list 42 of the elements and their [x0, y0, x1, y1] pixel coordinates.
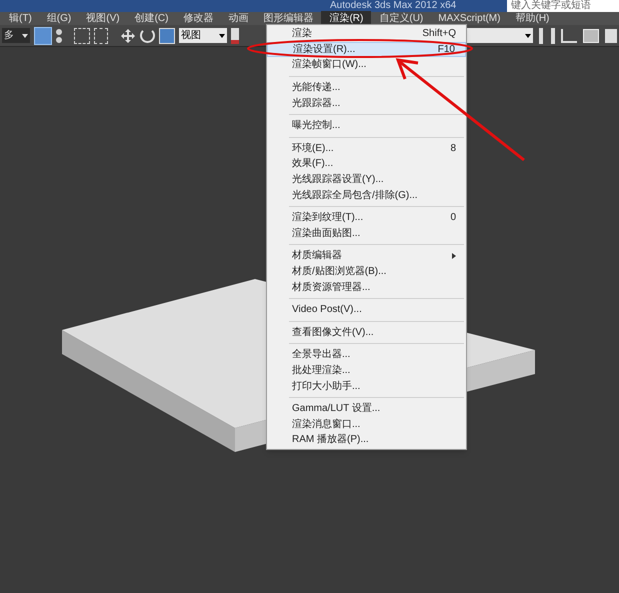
menu-bar-item[interactable]: 修改器: [176, 11, 220, 26]
menu-item[interactable]: 效果(F)...: [267, 156, 466, 172]
menu-item[interactable]: 材质编辑器: [267, 248, 466, 264]
menu-item[interactable]: Gamma/LUT 设置...: [267, 400, 466, 416]
move-icon[interactable]: [120, 28, 136, 44]
menu-item[interactable]: 全景导出器...: [267, 347, 466, 363]
menu-item[interactable]: 光能传递...: [267, 80, 466, 96]
menu-item[interactable]: 光线跟踪全局包含/排除(G)...: [267, 187, 466, 203]
reference-dropdown[interactable]: 视图: [179, 28, 227, 43]
menu-bar-item[interactable]: 自定义(U): [372, 11, 430, 26]
menu-item[interactable]: 光线跟踪器设置(Y)...: [267, 172, 466, 188]
menu-bar-item[interactable]: 动画: [221, 11, 256, 26]
menu-item[interactable]: 渲染到纹理(T)... 0: [267, 210, 466, 226]
region-select-icon[interactable]: [74, 28, 90, 44]
menu-item[interactable]: 批处理渲染...: [267, 362, 466, 378]
menu-item[interactable]: RAM 播放器(P)...: [267, 432, 466, 448]
select-object-icon[interactable]: [34, 26, 52, 44]
menu-item[interactable]: 环境(E)... 8: [267, 140, 466, 156]
menu-bar-item[interactable]: 图形编辑器: [256, 11, 320, 26]
menu-item[interactable]: 材质资源管理器...: [267, 279, 466, 295]
caret-icon: [22, 34, 28, 38]
rotate-icon[interactable]: [140, 28, 155, 43]
menu-item[interactable]: 查看图像文件(V)...: [267, 324, 466, 340]
caret-icon: [525, 34, 531, 38]
menu-bar-item[interactable]: 组(G): [40, 11, 78, 26]
selection-dropdown[interactable]: 多: [2, 28, 30, 43]
menu-bar-item[interactable]: 帮助(H): [508, 11, 556, 26]
menu-item[interactable]: 曝光控制...: [267, 118, 466, 134]
caret-icon: [219, 34, 225, 38]
menu-item[interactable]: 渲染消息窗口...: [267, 416, 466, 432]
menu-item[interactable]: Video Post(V)...: [267, 302, 466, 318]
menu-bar-item[interactable]: MAXScript(M): [431, 11, 508, 26]
menu-bar-item[interactable]: 辑(T): [2, 11, 39, 26]
menu-bar-item[interactable]: 创建(C): [128, 11, 176, 26]
menu-item[interactable]: 渲染帧窗口(W)...: [267, 57, 466, 73]
menu-item[interactable]: 打印大小助手...: [267, 378, 466, 394]
menu-item[interactable]: 渲染 Shift+Q: [267, 26, 466, 42]
menu-bar-item[interactable]: 视图(V): [79, 11, 127, 26]
window-title: Autodesk 3ds Max 2012 x64: [330, 0, 456, 12]
menu-item[interactable]: 光跟踪器...: [267, 95, 466, 111]
menu-item[interactable]: 材质/贴图浏览器(B)...: [267, 264, 466, 280]
menu-item[interactable]: 渲染曲面贴图...: [267, 226, 466, 242]
